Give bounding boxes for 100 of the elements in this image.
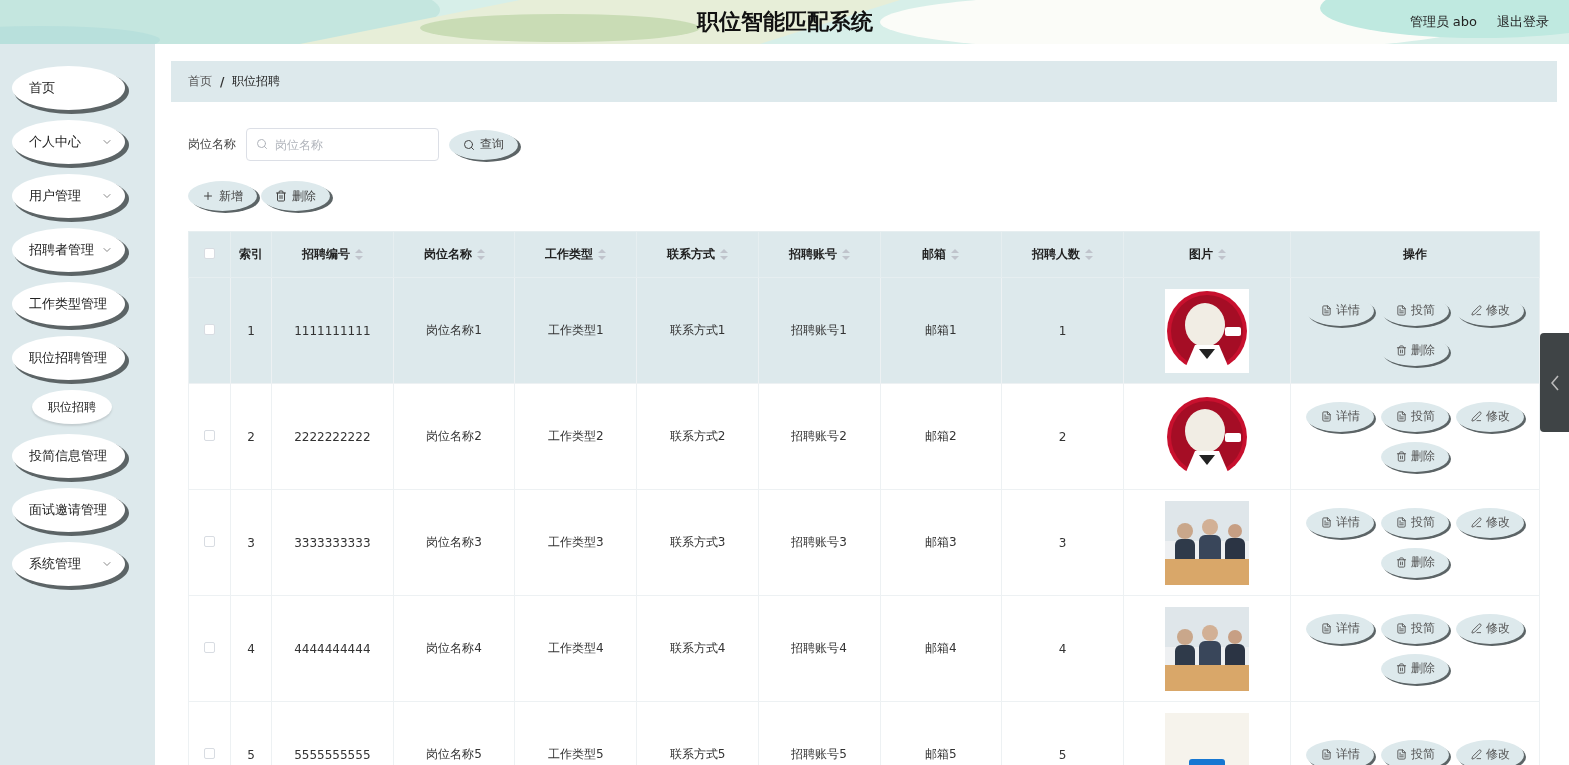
- search-label: 岗位名称: [188, 136, 236, 153]
- checkbox[interactable]: [204, 747, 215, 759]
- drawer-toggle[interactable]: [1540, 333, 1569, 432]
- table-cell: 3333333333: [294, 535, 371, 550]
- table-cell: 4: [247, 641, 255, 656]
- table-cell: 岗位名称3: [426, 535, 482, 549]
- chevron-left-icon: [1550, 374, 1559, 391]
- edit-button[interactable]: 修改: [1456, 613, 1524, 644]
- table-cell: 岗位名称2: [426, 429, 482, 443]
- edit-button[interactable]: 修改: [1456, 507, 1524, 538]
- table-cell: 4444444444: [294, 641, 371, 656]
- table-cell: 邮箱3: [925, 535, 957, 549]
- table-row[interactable]: 2 2222222222 岗位名称2 工作类型2 联系方式2 招聘账号2 邮箱2 2 详情 投简 修改 删除: [188, 383, 1540, 490]
- table-cell: 联系方式5: [669, 747, 726, 761]
- document-icon: [1395, 623, 1407, 634]
- resume-button[interactable]: 投简: [1381, 507, 1449, 538]
- checkbox[interactable]: [204, 429, 215, 441]
- table-cell: 工作类型1: [547, 323, 604, 337]
- table-row[interactable]: 5 5555555555 岗位名称5 工作类型5 联系方式5 招聘账号5 邮箱5 5 详情 投简 修改: [188, 701, 1540, 765]
- logout-link[interactable]: 退出登录: [1497, 13, 1549, 31]
- table-row[interactable]: 1 1111111111 岗位名称1 工作类型1 联系方式1 招聘账号1 邮箱1 1 详情 投简 修改 删除: [188, 277, 1540, 384]
- pen-icon: [1470, 305, 1482, 316]
- column-header: 索引: [239, 246, 263, 263]
- column-header: 招聘账号: [788, 246, 837, 263]
- table-cell: 岗位名称4: [426, 641, 482, 655]
- sort-icon[interactable]: [476, 249, 485, 260]
- table-cell: 招聘账号5: [791, 747, 847, 761]
- document-icon: [1395, 517, 1407, 528]
- table-cell: 联系方式2: [669, 429, 726, 443]
- table-cell: 工作类型4: [547, 641, 604, 655]
- resume-button[interactable]: 投简: [1381, 295, 1449, 326]
- table-cell: 5: [247, 747, 255, 762]
- sort-icon[interactable]: [719, 249, 728, 260]
- search-icon: [463, 138, 475, 151]
- table-row[interactable]: 4 4444444444 岗位名称4 工作类型4 联系方式4 招聘账号4 邮箱4 4 详情 投简 修改 删除: [188, 595, 1540, 702]
- sort-icon[interactable]: [951, 249, 960, 260]
- detail-button[interactable]: 详情: [1306, 739, 1374, 765]
- edit-button[interactable]: 修改: [1456, 401, 1524, 432]
- trash-icon: [1395, 451, 1407, 462]
- column-header: 操作: [1403, 246, 1427, 263]
- query-button[interactable]: 查询: [449, 129, 518, 160]
- edit-button[interactable]: 修改: [1456, 295, 1524, 326]
- column-header: 岗位名称: [423, 246, 472, 263]
- document-icon: [1320, 623, 1332, 634]
- sort-icon[interactable]: [354, 249, 363, 260]
- table-cell: 邮箱2: [925, 429, 957, 443]
- sort-icon[interactable]: [1217, 249, 1226, 260]
- table-cell: 招聘账号2: [791, 429, 847, 443]
- sort-icon[interactable]: [598, 249, 607, 260]
- sort-icon[interactable]: [1085, 249, 1094, 260]
- resume-button[interactable]: 投简: [1381, 401, 1449, 432]
- breadcrumb-link[interactable]: 职位招聘: [232, 73, 281, 90]
- table-cell: 3: [247, 535, 255, 550]
- table-row[interactable]: 3 3333333333 岗位名称3 工作类型3 联系方式3 招聘账号3 邮箱3 3 详情 投简 修改 删除: [188, 489, 1540, 596]
- checkbox[interactable]: [204, 641, 215, 653]
- edit-button[interactable]: 修改: [1456, 739, 1524, 765]
- resume-button[interactable]: 投简: [1381, 739, 1449, 765]
- table-cell: 招聘账号3: [791, 535, 847, 549]
- trash-icon: [275, 190, 287, 202]
- table-cell: 2: [1058, 429, 1067, 444]
- delete-button[interactable]: 删除: [1381, 653, 1449, 684]
- table-cell: 联系方式3: [669, 535, 726, 549]
- plus-icon: [202, 190, 214, 202]
- delete-button[interactable]: 删除: [1381, 547, 1449, 578]
- table-cell: 工作类型3: [547, 535, 604, 549]
- delete-button[interactable]: 删除: [1381, 441, 1449, 472]
- document-icon: [1395, 305, 1407, 316]
- table-cell: 1111111111: [294, 323, 371, 338]
- detail-button[interactable]: 详情: [1306, 401, 1374, 432]
- table-cell: 工作类型2: [547, 429, 604, 443]
- column-header: 招聘人数: [1032, 246, 1081, 263]
- column-header: 工作类型: [545, 246, 594, 263]
- table-cell: 3: [1058, 535, 1067, 550]
- search-icon: [256, 138, 268, 150]
- sort-icon[interactable]: [841, 249, 850, 260]
- table-cell: 联系方式1: [669, 323, 726, 337]
- detail-button[interactable]: 详情: [1306, 507, 1374, 538]
- delete-button[interactable]: 删除: [261, 181, 330, 211]
- document-icon: [1320, 517, 1332, 528]
- table-cell: 招聘账号1: [791, 323, 847, 337]
- column-header: 招聘编号: [301, 246, 350, 263]
- table-cell: 1: [1058, 323, 1067, 338]
- table-cell: 5555555555: [294, 747, 371, 762]
- column-header: 邮箱: [922, 246, 947, 263]
- detail-button[interactable]: 详情: [1306, 295, 1374, 326]
- table-cell: 2222222222: [294, 429, 371, 444]
- detail-button[interactable]: 详情: [1306, 613, 1374, 644]
- delete-button[interactable]: 删除: [1381, 335, 1449, 366]
- table-cell: 岗位名称1: [426, 323, 482, 337]
- breadcrumb-link[interactable]: 首页: [188, 73, 212, 90]
- trash-icon: [1395, 345, 1407, 356]
- checkbox[interactable]: [204, 535, 215, 547]
- add-button[interactable]: 新增: [188, 181, 257, 211]
- document-icon: [1320, 749, 1332, 760]
- pen-icon: [1470, 749, 1482, 760]
- checkbox[interactable]: [204, 323, 215, 335]
- checkbox[interactable]: [204, 247, 215, 259]
- submenu-item[interactable]: 职位招聘: [32, 390, 112, 424]
- resume-button[interactable]: 投简: [1381, 613, 1449, 644]
- search-field[interactable]: 岗位名称: [246, 128, 439, 161]
